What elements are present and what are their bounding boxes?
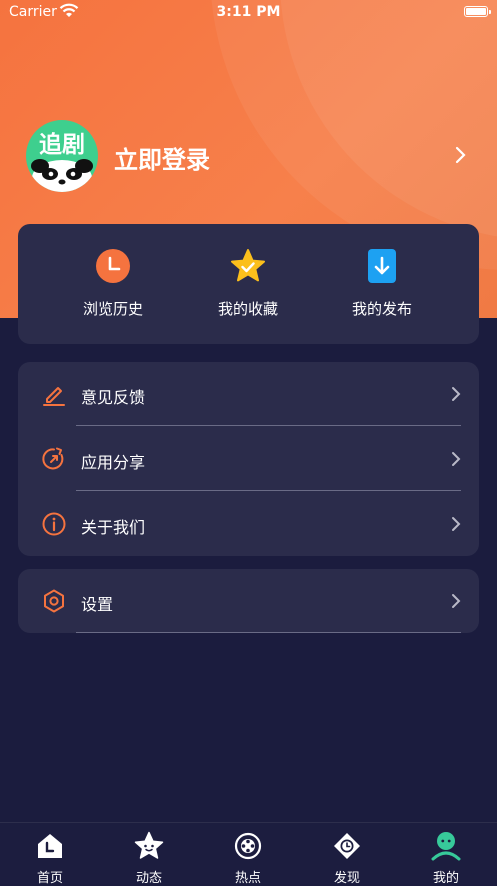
chevron-right-icon [452, 387, 461, 401]
quick-action-history[interactable]: 浏览历史 [43, 248, 183, 328]
tab-discover[interactable]: 发现 [307, 831, 387, 886]
menu-item-label: 意见反馈 [81, 388, 146, 407]
quick-action-publish[interactable]: 我的发布 [312, 248, 452, 328]
chevron-right-icon [452, 594, 461, 608]
tab-label: 发现 [333, 871, 360, 886]
menu-item-settings[interactable]: 设置 [18, 569, 479, 633]
tab-label: 我的 [432, 871, 459, 886]
chevron-right-icon [455, 146, 466, 164]
download-icon [368, 249, 396, 283]
home-icon [38, 834, 62, 858]
avatar: 追剧 [26, 120, 98, 192]
bottom-tab-bar: 首页 动态 热点 发现 我的 [0, 822, 497, 886]
menu-item-label: 应用分享 [81, 453, 146, 472]
panda-face-icon [31, 159, 93, 192]
quick-actions-card: 浏览历史 我的收藏 我的发布 [18, 224, 479, 344]
menu-card: 意见反馈 应用分享 关于我们 [18, 362, 479, 556]
tab-label: 首页 [36, 871, 63, 886]
quick-action-label: 我的发布 [351, 300, 412, 318]
share-icon [42, 447, 64, 470]
battery-icon [464, 6, 491, 17]
star-icon [231, 249, 265, 282]
info-icon [42, 512, 66, 536]
chevron-right-icon [452, 517, 461, 531]
menu-item-label: 关于我们 [81, 518, 146, 537]
tab-mine[interactable]: 我的 [406, 831, 486, 886]
clock-icon [96, 249, 130, 283]
user-icon [431, 832, 461, 861]
menu-item-about[interactable]: 关于我们 [18, 492, 479, 556]
quick-action-label: 浏览历史 [82, 300, 143, 318]
star-face-icon [134, 831, 164, 859]
status-bar: Carrier 3:11 PM [0, 0, 497, 26]
pencil-icon [43, 387, 65, 406]
tab-home[interactable]: 首页 [10, 831, 90, 886]
login-label: 立即登录 [114, 146, 210, 174]
settings-card: 设置 [18, 569, 479, 633]
quick-action-label: 我的收藏 [217, 300, 278, 318]
tab-hot[interactable]: 热点 [208, 831, 288, 886]
menu-item-share[interactable]: 应用分享 [18, 427, 479, 491]
menu-item-label: 设置 [81, 595, 114, 614]
chevron-right-icon [452, 452, 461, 466]
eye-clock-icon [334, 833, 360, 859]
tab-feed[interactable]: 动态 [109, 831, 189, 886]
login-row[interactable]: 追剧 立即登录 [26, 120, 471, 192]
hexagon-gear-icon [44, 589, 64, 613]
film-reel-icon [234, 832, 262, 860]
menu-item-feedback[interactable]: 意见反馈 [18, 362, 479, 426]
quick-action-favorites[interactable]: 我的收藏 [178, 248, 318, 328]
tab-label: 热点 [234, 871, 261, 886]
divider [76, 632, 461, 633]
tab-label: 动态 [135, 871, 162, 886]
clock-time: 3:11 PM [216, 4, 281, 20]
divider [76, 490, 461, 491]
divider [76, 425, 461, 426]
